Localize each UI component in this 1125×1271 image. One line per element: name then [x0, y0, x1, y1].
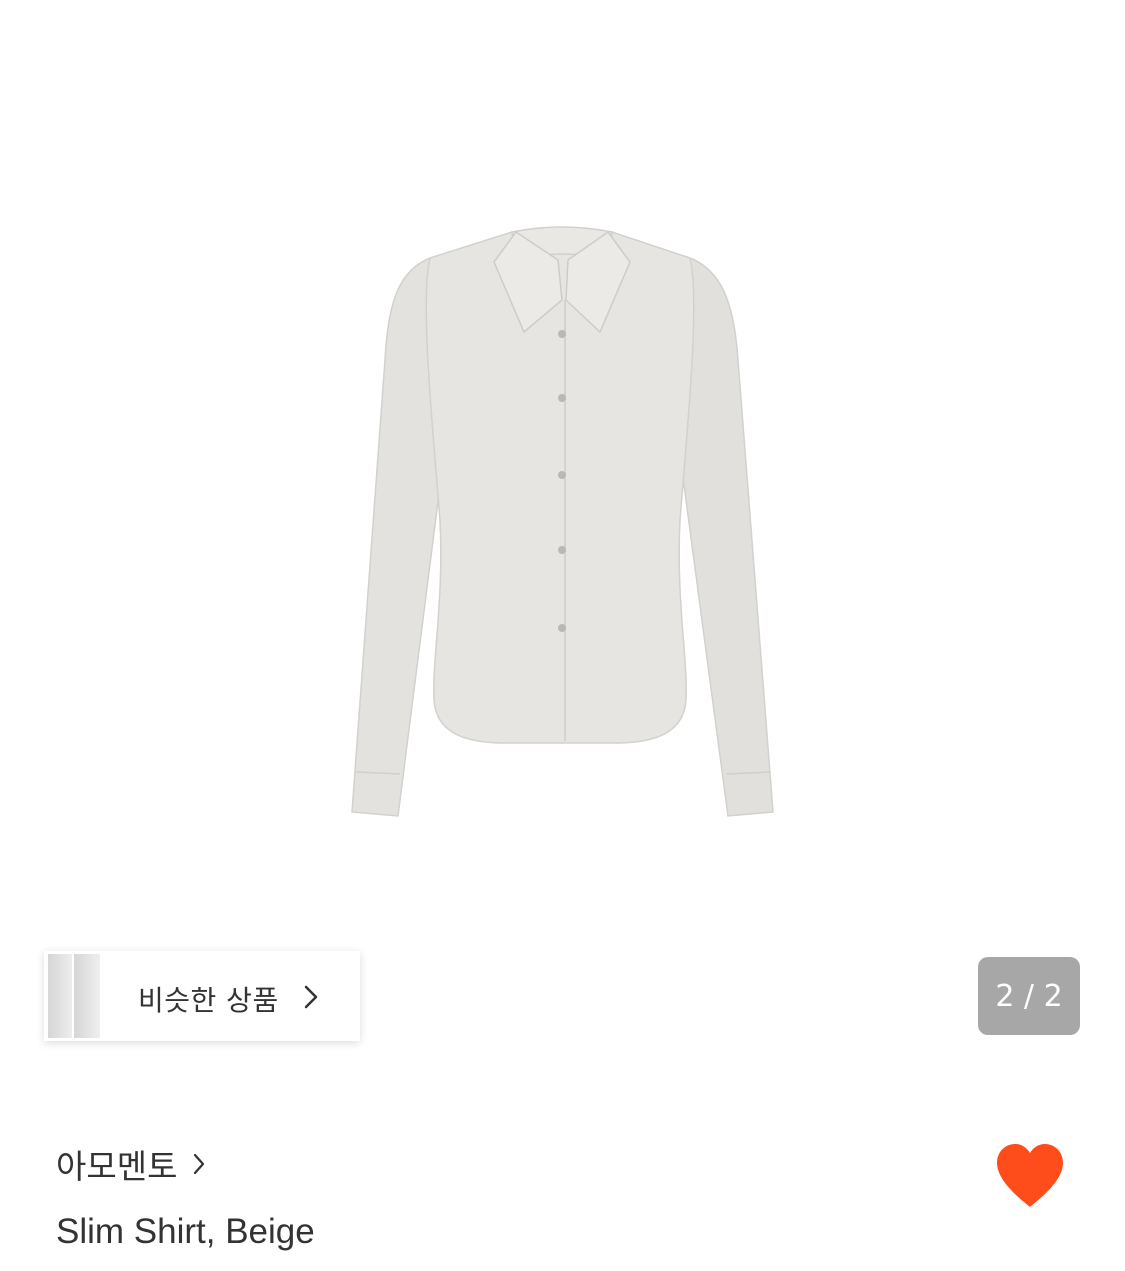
- similar-thumbnail: [46, 954, 74, 1038]
- chevron-right-icon: [304, 985, 318, 1013]
- similar-products-label: 비슷한 상품: [138, 984, 279, 1017]
- chevron-right-icon: [193, 1153, 205, 1179]
- similar-thumbnail: [72, 954, 100, 1038]
- heart-icon: [997, 1144, 1063, 1207]
- product-name: Slim Shirt, Beige: [56, 1212, 315, 1251]
- like-button[interactable]: [993, 1141, 1067, 1211]
- gallery-page-indicator: 2 / 2: [978, 957, 1080, 1035]
- brand-name: 아모멘토: [56, 1147, 178, 1186]
- similar-thumbnails: [46, 954, 101, 1038]
- similar-products-button[interactable]: 비슷한 상품: [44, 951, 360, 1041]
- brand-link[interactable]: 아모멘토: [56, 1140, 205, 1188]
- product-image[interactable]: [0, 0, 1125, 930]
- shirt-illustration: [351, 226, 774, 817]
